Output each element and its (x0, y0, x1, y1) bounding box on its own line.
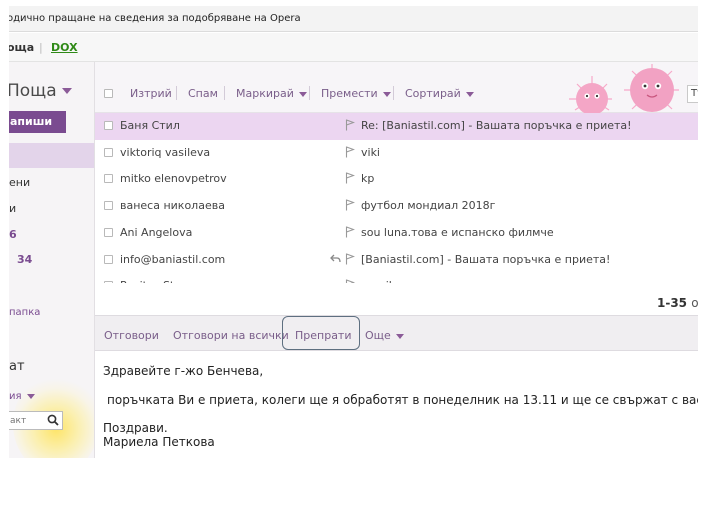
forward-button[interactable]: Препрати (295, 329, 352, 342)
mail-menu-title[interactable]: Поща (9, 81, 72, 101)
message-row[interactable]: ванеса николаева футбол мондиал 2018г (95, 193, 698, 220)
flag-icon[interactable] (345, 252, 355, 265)
message-checkbox[interactable] (104, 121, 113, 130)
chevron-down-icon (61, 88, 72, 94)
flag-icon[interactable] (345, 172, 355, 184)
mail-window: одично пращане на сведения за подобряван… (9, 6, 698, 458)
pagination: 1-35 от (95, 283, 698, 315)
mark-label: Маркирай (236, 87, 294, 100)
dox-product-link[interactable]: DOX (51, 33, 78, 62)
chevron-down-icon (382, 91, 391, 97)
body-signature: Мариела Петкова (103, 435, 215, 449)
message-sender: Баня Стил (120, 119, 180, 132)
message-row[interactable]: Ani Angelova sou luna.това е испанско фил… (95, 220, 698, 247)
sidebar: Поща апиши ени и 6 34 папка ат ия (9, 62, 95, 458)
message-subject: viki (361, 145, 380, 159)
message-body: Здравейте г-жо Бенчева, поръчката Ви е п… (95, 351, 698, 458)
chevron-down-icon (26, 393, 35, 399)
message-checkbox[interactable] (104, 147, 113, 157)
message-sender: mitko elenovpetrov (120, 172, 227, 186)
product-separator: | (39, 41, 43, 54)
body-closing: Поздрави. (103, 421, 168, 435)
reply-button[interactable]: Отговори (104, 329, 159, 342)
sidebar-item-4-count: 34 (17, 253, 33, 266)
chat-title: ат (9, 359, 25, 374)
message-row[interactable]: info@baniastil.com [Baniastil.com] - Ваша… (95, 247, 698, 274)
more-label: Още (365, 329, 391, 342)
message-sender: info@baniastil.com (120, 252, 226, 266)
message-checkbox[interactable] (104, 174, 113, 184)
chevron-down-icon (395, 333, 404, 339)
sidebar-item-inbox[interactable] (9, 143, 94, 168)
message-subject: Re: [Baniastil.com] - Вашата поръчка е п… (361, 119, 632, 132)
search-icon[interactable] (47, 414, 59, 426)
flag-icon[interactable] (345, 146, 355, 158)
move-dropdown[interactable]: Премести (321, 87, 391, 100)
mark-dropdown[interactable]: Маркирай (236, 87, 307, 100)
chevron-down-icon (465, 91, 474, 97)
more-dropdown[interactable]: Още (365, 329, 404, 342)
sidebar-item-2[interactable]: и (9, 202, 16, 215)
chevron-down-icon (298, 91, 307, 97)
sort-label: Сортирай (405, 87, 461, 100)
sidebar-item-3[interactable]: 6 (9, 228, 17, 241)
select-all-checkbox[interactable] (104, 89, 113, 98)
sidebar-item-1[interactable]: ени (9, 176, 30, 189)
message-toolbar: Изтрий Спам Маркирай Премести Сортирай Т… (95, 62, 698, 113)
body-greeting: Здравейте г-жо Бенчева, (103, 364, 264, 378)
privacy-notice-text: одично пращане на сведения за подобряван… (9, 13, 301, 24)
replied-icon (330, 254, 341, 262)
flag-icon[interactable] (345, 226, 355, 238)
sort-dropdown[interactable]: Сортирай (405, 87, 474, 100)
toolbar-divider (224, 86, 225, 100)
chat-status-menu[interactable]: ия (9, 391, 35, 402)
privacy-notice-bar: одично пращане на сведения за подобряван… (9, 6, 698, 32)
compose-button[interactable]: апиши (9, 111, 66, 133)
chat-status-label: ия (9, 391, 22, 402)
message-checkbox[interactable] (104, 254, 113, 264)
message-subject: kp (361, 172, 375, 186)
message-row[interactable]: viktoriq vasileva viki (95, 140, 698, 167)
message-sender: viktoriq vasileva (120, 145, 211, 159)
message-row[interactable]: mitko elenovpetrov kp (95, 166, 698, 193)
screen: одично пращане на сведения за подобряван… (0, 0, 718, 513)
reply-all-button[interactable]: Отговори на всички (173, 329, 289, 342)
message-checkbox[interactable] (104, 201, 113, 211)
message-sender: Ani Angelova (120, 225, 193, 239)
new-folder-link[interactable]: папка (9, 307, 40, 318)
mail-search-input[interactable]: Тър (687, 85, 698, 103)
message-count: 1-35 от (657, 296, 698, 310)
message-range-of: от (691, 296, 698, 310)
message-subject: [Baniastil.com] - Вашата поръчка е приет… (361, 252, 611, 266)
reading-actions-bar: Отговори Отговори на всички Препрати Още (95, 315, 698, 351)
spam-button[interactable]: Спам (188, 87, 218, 100)
toolbar-divider (393, 86, 394, 100)
body-line-1: поръчката Ви е приета, колеги ще я обраб… (107, 393, 698, 407)
message-row[interactable]: Баня Стил Re: [Baniastil.com] - Вашата по… (95, 113, 698, 140)
message-sender: ванеса николаева (120, 199, 225, 213)
flag-icon[interactable] (345, 199, 355, 211)
toolbar-divider (176, 86, 177, 100)
message-row[interactable]: Rositsa Stamenovapravila (95, 273, 698, 283)
mail-product-link[interactable]: оща (9, 33, 34, 62)
mail-menu-label: Поща (9, 81, 57, 101)
contact-search (9, 411, 63, 430)
message-range: 1-35 (657, 296, 688, 310)
message-subject: sou luna.това е испанско филмче (361, 225, 554, 239)
contact-search-input[interactable] (10, 414, 46, 428)
move-label: Премести (321, 87, 378, 100)
decorative-pink-puffballs (569, 64, 679, 113)
toolbar-divider (309, 86, 310, 100)
message-checkbox[interactable] (104, 227, 113, 237)
message-list: Баня Стил Re: [Baniastil.com] - Вашата по… (95, 113, 698, 283)
message-subject: футбол мондиал 2018г (361, 199, 496, 213)
product-bar: оща | DOX (9, 33, 698, 62)
delete-button[interactable]: Изтрий (130, 87, 172, 100)
flag-icon[interactable] (345, 119, 355, 131)
